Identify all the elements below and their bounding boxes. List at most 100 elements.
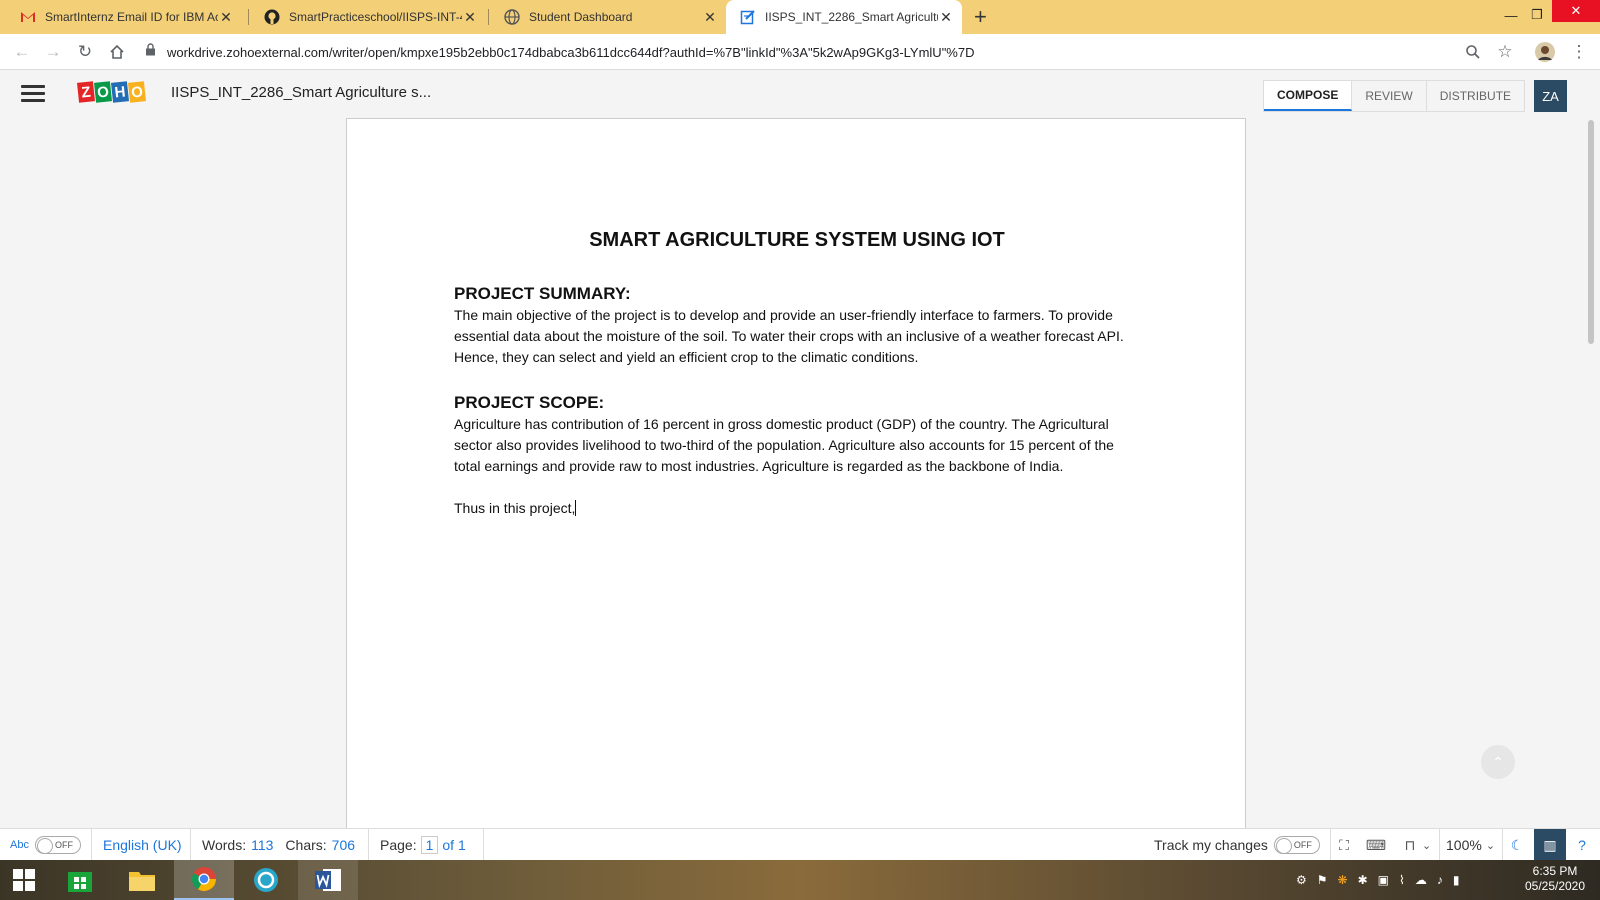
tab-compose[interactable]: COMPOSE xyxy=(1264,81,1353,111)
close-icon[interactable]: ✕ xyxy=(462,9,478,26)
words-value: 113 xyxy=(251,837,274,853)
chars-value: 706 xyxy=(331,837,356,853)
divider xyxy=(1502,829,1503,861)
logo-letter: Z xyxy=(76,81,96,103)
logo-letter: H xyxy=(110,81,130,103)
tab-zoho-writer[interactable]: IISPS_INT_2286_Smart Agricultur ✕ xyxy=(726,0,962,34)
clock-date: 05/25/2020 xyxy=(1524,879,1586,893)
tab-title: Student Dashboard xyxy=(529,10,633,24)
word-count[interactable]: Words: 113 Chars: 706 xyxy=(202,829,355,861)
page-total: of 1 xyxy=(442,837,466,853)
network-settings-icon[interactable]: ⚙ xyxy=(1296,873,1307,887)
cloud-icon[interactable]: ☁ xyxy=(1415,873,1427,887)
tab-title: IISPS_INT_2286_Smart Agricultur xyxy=(765,10,938,24)
bluetooth-icon[interactable]: ✱ xyxy=(1358,873,1368,887)
divider xyxy=(483,829,484,861)
scope-paragraph: Agriculture has contribution of 16 perce… xyxy=(454,416,1114,474)
document-page[interactable]: SMART AGRICULTURE SYSTEM USING IOT PROJE… xyxy=(346,118,1246,828)
track-changes-toggle[interactable]: OFF xyxy=(1273,836,1320,854)
back-arrow-icon[interactable]: ← xyxy=(11,41,33,63)
signal-icon[interactable]: ▮ xyxy=(1453,873,1460,887)
tab-distribute[interactable]: DISTRIBUTE xyxy=(1427,81,1524,111)
fullscreen-icon[interactable]: ⛶ xyxy=(1332,829,1356,861)
profile-avatar[interactable] xyxy=(1534,41,1556,63)
vertical-scrollbar[interactable] xyxy=(1588,120,1594,344)
reload-icon[interactable]: ↻ xyxy=(74,41,96,63)
toggle-state: OFF xyxy=(1293,840,1312,850)
windows-start-icon[interactable] xyxy=(0,860,48,900)
flag-icon[interactable]: ⚑ xyxy=(1317,873,1328,887)
text-cursor xyxy=(575,500,577,516)
close-icon[interactable]: ✕ xyxy=(218,9,234,26)
close-icon[interactable]: ✕ xyxy=(938,9,954,26)
zoho-writer-icon xyxy=(740,9,756,25)
forward-arrow-icon[interactable]: → xyxy=(42,41,64,63)
language-selector[interactable]: English (UK) xyxy=(103,829,182,861)
document-heading: SMART AGRICULTURE SYSTEM USING IOT xyxy=(589,229,1005,251)
chevron-down-icon[interactable]: ⌄ xyxy=(1422,829,1431,861)
volume-icon[interactable]: ♪ xyxy=(1437,873,1443,887)
chars-label: Chars: xyxy=(285,837,327,853)
zoho-logo[interactable]: Z O H O xyxy=(76,81,147,103)
spellcheck-toggle[interactable]: OFF xyxy=(34,836,81,854)
page-number-input[interactable]: 1 xyxy=(420,836,439,854)
words-label: Words: xyxy=(202,837,247,853)
divider xyxy=(1330,829,1331,861)
track-changes-control[interactable]: Track my changes OFF xyxy=(1154,829,1320,861)
store-app-icon[interactable] xyxy=(50,860,110,900)
bookmark-star-icon[interactable]: ☆ xyxy=(1494,41,1516,63)
tab-divider xyxy=(488,9,489,25)
mode-switcher: COMPOSE REVIEW DISTRIBUTE xyxy=(1263,80,1526,112)
status-bar: Abc OFF English (UK) Words: 113 Chars: 7… xyxy=(0,828,1600,861)
hamburger-menu-icon[interactable] xyxy=(21,85,45,103)
scroll-to-top-icon[interactable]: ⌃ xyxy=(1481,745,1515,779)
spellcheck-control[interactable]: Abc OFF xyxy=(10,829,81,861)
url-text: workdrive.zohoexternal.com/writer/open/k… xyxy=(167,44,975,60)
windows-taskbar: ⚙ ⚑ ❋ ✱ ▣ ⌇ ☁ ♪ ▮ 6:35 PM 05/25/2020 xyxy=(0,860,1600,900)
wifi-icon[interactable]: ⌇ xyxy=(1399,873,1405,887)
clock-time: 6:35 PM xyxy=(1532,864,1578,878)
logo-letter: O xyxy=(127,81,147,103)
night-mode-icon[interactable]: ☾ xyxy=(1505,829,1529,861)
summary-paragraph: The main objective of the project is to … xyxy=(454,307,1124,365)
zoom-magnifier-icon[interactable] xyxy=(1462,41,1484,63)
word-app-icon[interactable] xyxy=(298,860,358,900)
app-tray-icon[interactable]: ❋ xyxy=(1338,873,1348,887)
tab-gmail[interactable]: SmartInternz Email ID for IBM Ac ✕ xyxy=(6,0,242,34)
page-layout-icon[interactable]: ⊓ xyxy=(1398,829,1422,861)
divider xyxy=(190,829,191,861)
za-app-badge[interactable]: ZA xyxy=(1534,80,1567,112)
system-tray: ⚙ ⚑ ❋ ✱ ▣ ⌇ ☁ ♪ ▮ xyxy=(1296,860,1469,900)
browser-menu-icon[interactable]: ⋮ xyxy=(1568,41,1590,63)
cortana-app-icon[interactable] xyxy=(236,860,296,900)
track-changes-label: Track my changes xyxy=(1154,837,1268,853)
tab-divider xyxy=(248,9,249,25)
home-icon[interactable] xyxy=(106,41,128,63)
file-explorer-icon[interactable] xyxy=(112,860,172,900)
tab-github[interactable]: SmartPracticeschool/IISPS-INT-4 ✕ xyxy=(250,0,486,34)
chevron-down-icon: ⌄ xyxy=(1485,839,1496,852)
scope-paragraph-continued: Thus in this project, xyxy=(454,498,1144,519)
gmail-icon xyxy=(20,9,36,25)
display-icon[interactable]: ▣ xyxy=(1378,873,1389,887)
address-bar[interactable]: workdrive.zohoexternal.com/writer/open/k… xyxy=(145,39,1535,65)
help-icon[interactable]: ? xyxy=(1570,829,1594,861)
globe-icon xyxy=(504,9,520,25)
tab-student-dashboard[interactable]: Student Dashboard ✕ xyxy=(490,0,726,34)
system-clock[interactable]: 6:35 PM 05/25/2020 xyxy=(1515,864,1595,894)
keyboard-icon[interactable]: ⌨ xyxy=(1364,829,1388,861)
section-title-scope: PROJECT SCOPE: xyxy=(454,393,605,412)
new-tab-plus-icon[interactable]: + xyxy=(974,4,987,30)
tab-review[interactable]: REVIEW xyxy=(1352,81,1427,111)
close-icon[interactable]: ✕ xyxy=(702,9,718,26)
reading-view-icon[interactable]: ▥ xyxy=(1534,829,1566,861)
app-header: Z O H O IISPS_INT_2286_Smart Agriculture… xyxy=(0,70,1600,118)
tab-title: SmartInternz Email ID for IBM Ac xyxy=(45,10,218,24)
logo-letter: O xyxy=(93,81,113,103)
browser-tab-strip: SmartInternz Email ID for IBM Ac ✕ Smart… xyxy=(0,0,1600,34)
chrome-icon[interactable] xyxy=(174,860,234,900)
window-close-icon[interactable]: ✕ xyxy=(1552,0,1600,22)
document-title[interactable]: IISPS_INT_2286_Smart Agriculture s... xyxy=(171,84,431,101)
zoom-selector[interactable]: 100% ⌄ xyxy=(1446,829,1495,861)
zoom-value: 100% xyxy=(1446,837,1482,853)
